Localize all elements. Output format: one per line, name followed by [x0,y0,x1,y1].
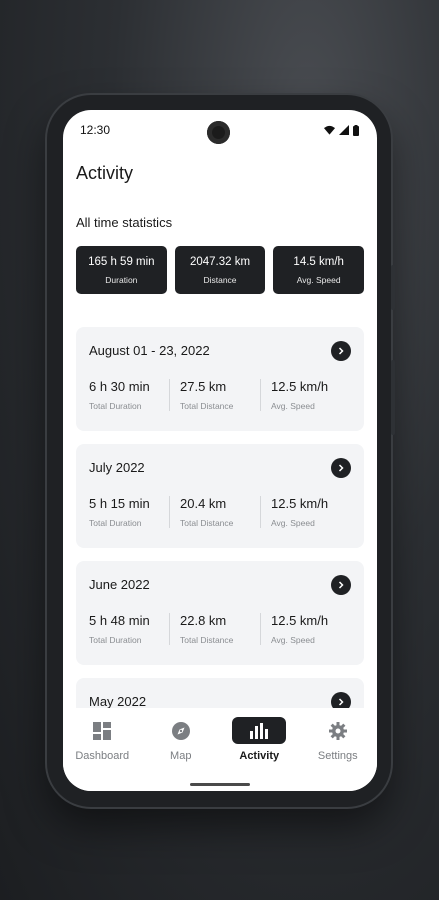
stat-distance: 2047.32 km Distance [174,246,266,294]
metric-value: 27.5 km [180,379,227,394]
metric-duration: 5 h 15 min Total Duration [89,496,169,528]
metric-label: Total Distance [180,401,234,411]
metric-value: 5 h 15 min [89,496,150,511]
page-title: Activity [76,163,134,183]
chevron-right-icon[interactable] [331,575,351,595]
stat-label: Distance [203,274,237,285]
period-card-august[interactable]: August 01 - 23, 2022 6 h 30 min Total Dur… [76,327,364,431]
metric-label: Total Distance [180,635,234,645]
period-title: May 2022 [89,694,147,709]
nav-settings[interactable]: Settings [299,717,378,791]
metric-value: 20.4 km [180,496,227,511]
period-title: June 2022 [89,577,150,592]
stat-value: 165 h 59 min [88,255,155,268]
screen: 12:30 Activity All time statistics 165 h… [63,110,377,791]
period-metrics: 5 h 48 min Total Duration 22.8 km Total Di… [89,613,351,645]
stat-avg-speed: 14.5 km/h Avg. Speed [273,246,365,294]
metric-label: Avg. Speed [271,635,315,645]
volume-button [391,360,395,435]
period-title: July 2022 [89,460,145,475]
metric-label: Avg. Speed [271,401,315,411]
dashboard-icon [75,717,129,744]
metric-value: 12.5 km/h [271,613,329,628]
period-metrics: 6 h 30 min Total Duration 27.5 km Total Di… [89,379,351,411]
chevron-right-icon[interactable] [331,341,351,361]
nav-activity[interactable]: Activity [220,717,299,791]
period-card-july[interactable]: July 2022 5 h 15 min Total Duration 20.4 … [76,444,364,548]
battery-icon [353,124,359,136]
nav-label: Settings [317,750,358,762]
bottom-nav: Dashboard Map Activity Settings [63,708,377,791]
metric-label: Total Duration [89,401,142,411]
power-button [391,265,395,310]
metric-speed: 12.5 km/h Avg. Speed [260,379,351,411]
nav-label: Map [170,750,192,762]
metric-label: Total Duration [89,635,142,645]
metric-label: Total Duration [89,518,142,528]
nav-map[interactable]: Map [142,717,221,791]
metric-duration: 6 h 30 min Total Duration [89,379,169,411]
gear-icon [311,717,365,744]
metric-value: 12.5 km/h [271,496,329,511]
period-card-june[interactable]: June 2022 5 h 48 min Total Duration 22.8 … [76,561,364,665]
nav-label: Dashboard [75,750,130,762]
stat-value: 14.5 km/h [293,255,344,268]
metric-distance: 27.5 km Total Distance [169,379,260,411]
metric-label: Avg. Speed [271,518,315,528]
metric-speed: 12.5 km/h Avg. Speed [260,496,351,528]
status-time: 12:30 [80,123,111,137]
metric-duration: 5 h 48 min Total Duration [89,613,169,645]
metric-label: Total Distance [180,518,234,528]
bar-chart-icon [232,717,287,744]
wifi-icon [324,125,335,135]
home-indicator[interactable] [190,783,250,786]
stat-value: 2047.32 km [189,255,251,268]
metric-distance: 22.8 km Total Distance [169,613,260,645]
metric-speed: 12.5 km/h Avg. Speed [260,613,351,645]
metric-value: 22.8 km [180,613,227,628]
stat-label: Avg. Speed [296,274,341,285]
all-time-statistics-label: All time statistics [76,215,173,230]
stat-label: Duration [105,274,138,285]
front-camera [207,121,230,144]
metric-distance: 20.4 km Total Distance [169,496,260,528]
status-icons [324,124,359,136]
nav-dashboard[interactable]: Dashboard [63,717,142,791]
compass-icon [154,717,208,744]
metric-value: 6 h 30 min [89,379,150,394]
period-metrics: 5 h 15 min Total Duration 20.4 km Total Di… [89,496,351,528]
metric-value: 5 h 48 min [89,613,150,628]
period-title: August 01 - 23, 2022 [89,343,210,358]
signal-icon [339,125,349,135]
metric-value: 12.5 km/h [271,379,329,394]
all-time-stats: 165 h 59 min Duration 2047.32 km Distanc… [76,246,365,294]
nav-label: Activity [239,750,280,762]
chevron-right-icon[interactable] [331,458,351,478]
stat-duration: 165 h 59 min Duration [76,246,167,294]
